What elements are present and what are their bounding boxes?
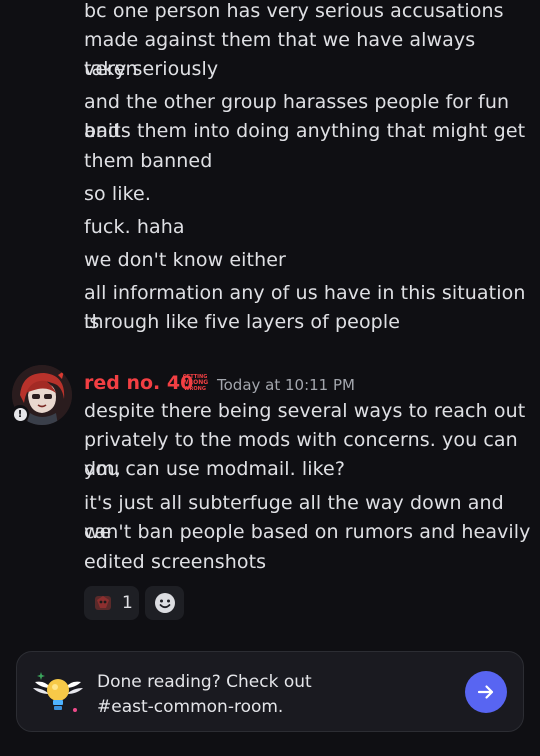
add-reaction-icon [154, 592, 176, 614]
user-tag-word: WRONG [184, 386, 206, 392]
custom-emoji-icon [92, 592, 114, 614]
message-line: them banned [84, 150, 213, 172]
message-line: through like five layers of people [84, 311, 401, 333]
message-line: edited screenshots [84, 551, 267, 573]
message-line: fuck. haha [84, 216, 185, 238]
message-timestamp: Today at 10:11 PM [217, 376, 355, 394]
lightbulb-wings-icon [31, 666, 85, 720]
message-line: we don't know either [84, 249, 286, 271]
banner-text-line: Done reading? Check out [97, 672, 312, 692]
message-line: so like. [84, 183, 151, 205]
add-reaction-button[interactable] [145, 586, 184, 620]
status-badge: ! [11, 405, 29, 423]
username[interactable]: red no. 40 [84, 370, 193, 396]
arrow-right-icon [476, 682, 496, 702]
reaction-count: 1 [122, 593, 133, 613]
go-to-channel-button[interactable] [465, 671, 507, 713]
status-icon: ! [13, 407, 27, 421]
message-line: baits them into doing anything that migh… [84, 120, 526, 142]
message-line: you can use modmail. like? [84, 458, 346, 480]
message-line: bc one person has very serious accusatio… [84, 0, 504, 22]
channel-link[interactable]: #east-common-room. [97, 695, 437, 720]
reaction-button[interactable]: 1 [84, 586, 139, 620]
message-line: can't ban people based on rumors and hea… [84, 521, 531, 543]
message-line: very seriously [84, 58, 219, 80]
banner-text: Done reading? Check out #east-common-roo… [97, 670, 437, 720]
user-tag-icon: GETTING WRONG WRONG [182, 372, 208, 394]
message-line: despite there being several ways to reac… [84, 400, 526, 422]
done-reading-banner[interactable]: Done reading? Check out #east-common-roo… [16, 651, 524, 732]
